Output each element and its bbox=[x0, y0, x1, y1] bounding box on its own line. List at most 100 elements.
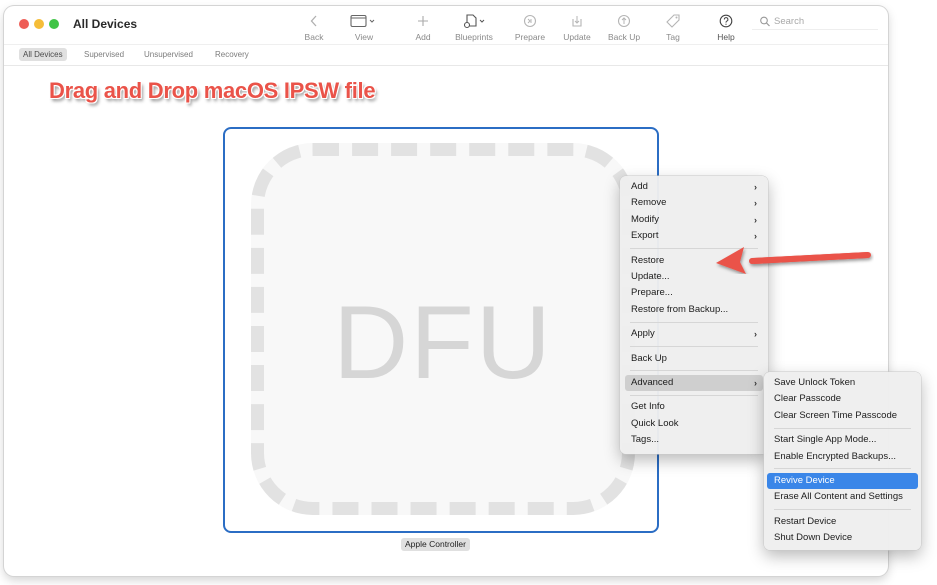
chevron-right-icon: › bbox=[754, 329, 757, 340]
backup-button[interactable]: Back Up bbox=[602, 12, 646, 42]
context-menu: Add › Remove › Modify › Export › Restore Upd… bbox=[620, 176, 768, 454]
menu-separator bbox=[630, 394, 758, 396]
menu-item-enable-encrypted-backups[interactable]: Enable Encrypted Backups... bbox=[767, 449, 918, 465]
view-label: View bbox=[354, 32, 374, 42]
menu-item-tags[interactable]: Tags... bbox=[625, 432, 763, 448]
menu-item-export[interactable]: Export › bbox=[625, 228, 763, 244]
close-window-button[interactable] bbox=[19, 19, 29, 29]
filter-all-devices[interactable]: All Devices bbox=[19, 48, 67, 61]
menu-item-label: Restart Device bbox=[774, 515, 837, 527]
dfu-drop-zone[interactable]: DFU bbox=[251, 143, 635, 515]
filter-recovery[interactable]: Recovery bbox=[211, 48, 253, 61]
menu-item-label: Enable Encrypted Backups... bbox=[774, 450, 896, 462]
help-button[interactable]: Help bbox=[704, 12, 748, 42]
menu-separator bbox=[630, 321, 758, 323]
menu-separator bbox=[630, 346, 758, 348]
prepare-label: Prepare bbox=[514, 32, 546, 42]
title-bar: All Devices Back View Add Blueprints Pre… bbox=[4, 6, 888, 42]
plus-icon bbox=[418, 16, 428, 26]
search-input[interactable] bbox=[772, 15, 876, 27]
dfu-mode-label: DFU bbox=[333, 285, 553, 401]
chevron-right-icon: › bbox=[754, 377, 757, 388]
menu-item-label: Apply bbox=[631, 328, 655, 340]
chevron-right-icon: › bbox=[754, 198, 757, 209]
menu-item-label: Update... bbox=[631, 270, 670, 282]
tag-label: Tag bbox=[666, 32, 680, 42]
annotation-arrow-icon bbox=[716, 247, 871, 274]
menu-item-restart-device[interactable]: Restart Device bbox=[767, 514, 918, 530]
chevron-right-icon: › bbox=[754, 214, 757, 225]
chevron-left-icon bbox=[310, 15, 317, 27]
menu-item-shut-down-device[interactable]: Shut Down Device bbox=[767, 530, 918, 546]
menu-item-label: Back Up bbox=[631, 352, 667, 364]
minimize-window-button[interactable] bbox=[34, 19, 44, 29]
menu-item-label: Revive Device bbox=[774, 474, 835, 486]
zoom-window-button[interactable] bbox=[49, 19, 59, 29]
chevron-right-icon: › bbox=[754, 182, 757, 192]
blueprints-button[interactable]: Blueprints bbox=[452, 12, 496, 42]
help-icon bbox=[719, 14, 733, 28]
device-tile[interactable]: DFU bbox=[223, 127, 659, 533]
menu-item-quick-look[interactable]: Quick Look bbox=[625, 416, 763, 432]
menu-item-label: Start Single App Mode... bbox=[774, 434, 877, 446]
chevron-right-icon: › bbox=[754, 231, 757, 242]
tag-button[interactable]: Tag bbox=[651, 12, 695, 42]
menu-item-erase-all-content[interactable]: Erase All Content and Settings bbox=[767, 489, 918, 505]
update-button[interactable]: Update bbox=[555, 12, 599, 42]
menu-item-label: Get Info bbox=[631, 401, 665, 413]
filter-supervised[interactable]: Supervised bbox=[80, 48, 128, 61]
search-icon bbox=[760, 16, 770, 26]
menu-item-label: Erase All Content and Settings bbox=[774, 491, 903, 503]
update-icon bbox=[572, 16, 582, 27]
add-button[interactable]: Add bbox=[401, 12, 445, 42]
menu-item-back-up[interactable]: Back Up bbox=[625, 351, 763, 367]
menu-item-clear-passcode[interactable]: Clear Passcode bbox=[767, 391, 918, 407]
menu-item-start-single-app-mode[interactable]: Start Single App Mode... bbox=[767, 432, 918, 448]
window-view-icon bbox=[350, 14, 375, 28]
menu-separator bbox=[774, 468, 911, 470]
filter-unsupervised[interactable]: Unsupervised bbox=[140, 48, 197, 61]
menu-item-add[interactable]: Add › bbox=[625, 179, 763, 195]
menu-item-label: Advanced bbox=[631, 376, 674, 388]
menu-item-remove[interactable]: Remove › bbox=[625, 195, 763, 211]
search-field[interactable] bbox=[752, 13, 878, 30]
menu-item-clear-screen-time-passcode[interactable]: Clear Screen Time Passcode bbox=[767, 408, 918, 424]
menu-item-label: Remove bbox=[631, 197, 667, 209]
menu-item-get-info[interactable]: Get Info bbox=[625, 399, 763, 415]
menu-item-label: Clear Passcode bbox=[774, 393, 842, 405]
menu-item-label: Restore from Backup... bbox=[631, 303, 729, 315]
prepare-icon bbox=[523, 14, 537, 28]
menu-item-label: Export bbox=[631, 230, 659, 242]
annotation-title: Drag and Drop macOS IPSW file bbox=[49, 78, 376, 103]
menu-separator bbox=[774, 509, 911, 511]
advanced-submenu: Save Unlock Token Clear Passcode Clear S… bbox=[764, 372, 921, 550]
menu-item-modify[interactable]: Modify › bbox=[625, 212, 763, 228]
back-button[interactable]: Back bbox=[292, 12, 336, 42]
update-label: Update bbox=[563, 32, 591, 42]
tag-icon bbox=[666, 14, 680, 28]
filter-bar: All Devices Supervised Unsupervised Reco… bbox=[4, 45, 888, 65]
backup-label: Back Up bbox=[607, 32, 641, 42]
view-button[interactable]: View bbox=[342, 12, 386, 42]
add-label: Add bbox=[415, 32, 431, 42]
menu-item-label: Clear Screen Time Passcode bbox=[774, 409, 898, 421]
menu-item-advanced[interactable]: Advanced › bbox=[625, 374, 763, 392]
backup-icon bbox=[617, 14, 631, 28]
back-label: Back bbox=[304, 32, 324, 42]
menu-item-revive-device[interactable]: Revive Device bbox=[767, 472, 918, 490]
menu-separator bbox=[774, 427, 911, 429]
menu-item-apply[interactable]: Apply › bbox=[625, 326, 763, 342]
menu-item-label: Save Unlock Token bbox=[774, 377, 856, 388]
menu-item-label: Add bbox=[631, 181, 648, 192]
menu-item-restore-from-backup[interactable]: Restore from Backup... bbox=[625, 302, 763, 318]
window-title: All Devices bbox=[73, 17, 138, 31]
device-name-label: Apple Controller bbox=[401, 538, 470, 551]
menu-item-save-unlock-token[interactable]: Save Unlock Token bbox=[767, 375, 918, 391]
menu-item-label: Tags... bbox=[631, 434, 659, 446]
menu-item-prepare[interactable]: Prepare... bbox=[625, 285, 763, 301]
help-label: Help bbox=[717, 32, 735, 42]
prepare-button[interactable]: Prepare bbox=[508, 12, 552, 42]
filter-divider bbox=[4, 65, 888, 66]
menu-item-label: Restore bbox=[631, 254, 665, 266]
menu-item-label: Quick Look bbox=[631, 417, 679, 429]
